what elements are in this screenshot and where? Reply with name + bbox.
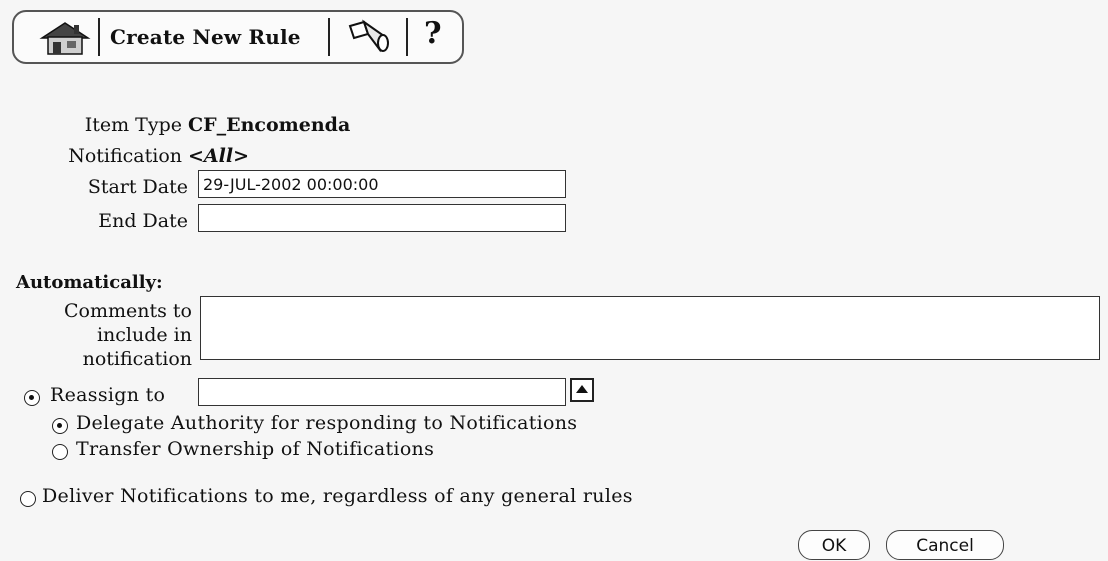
- item-type-value: CF_Encomenda: [188, 114, 351, 136]
- reassign-radio[interactable]: [24, 390, 40, 406]
- deliver-radio[interactable]: [20, 491, 36, 507]
- end-date-input[interactable]: [198, 204, 566, 232]
- deliver-label: Deliver Notifications to me, regardless …: [42, 485, 633, 507]
- home-icon[interactable]: [36, 20, 94, 56]
- comments-textarea[interactable]: [200, 296, 1100, 360]
- automatically-heading: Automatically:: [16, 272, 163, 293]
- start-date-input[interactable]: 29-JUL-2002 00:00:00: [198, 170, 566, 198]
- comments-label-line-3: notification: [82, 348, 192, 370]
- flashlight-icon[interactable]: [344, 18, 394, 58]
- comments-label-line-1: Comments to: [64, 300, 192, 322]
- toolbar: Create New Rule ?: [12, 10, 464, 64]
- delegate-label: Delegate Authority for responding to Not…: [76, 412, 578, 434]
- reassign-input[interactable]: [198, 378, 566, 406]
- end-date-label: End Date: [98, 210, 188, 232]
- comments-label: Comments to include in notification: [10, 299, 192, 371]
- ok-button[interactable]: OK: [798, 530, 870, 560]
- transfer-radio[interactable]: [52, 444, 68, 460]
- start-date-label: Start Date: [87, 176, 188, 198]
- delegate-radio[interactable]: [52, 418, 68, 434]
- notification-value: <All>: [188, 145, 250, 167]
- up-arrow-icon: [576, 385, 588, 393]
- create-new-rule-button[interactable]: Create New Rule: [110, 25, 301, 49]
- comments-label-line-2: include in: [96, 324, 192, 346]
- reassign-lov-button[interactable]: [570, 378, 594, 402]
- transfer-label: Transfer Ownership of Notifications: [76, 438, 435, 460]
- reassign-label: Reassign to: [50, 384, 166, 406]
- cancel-button[interactable]: Cancel: [886, 530, 1004, 560]
- item-type-label: Item Type: [84, 114, 182, 136]
- help-button[interactable]: ?: [424, 16, 442, 51]
- notification-label: Notification: [68, 145, 182, 167]
